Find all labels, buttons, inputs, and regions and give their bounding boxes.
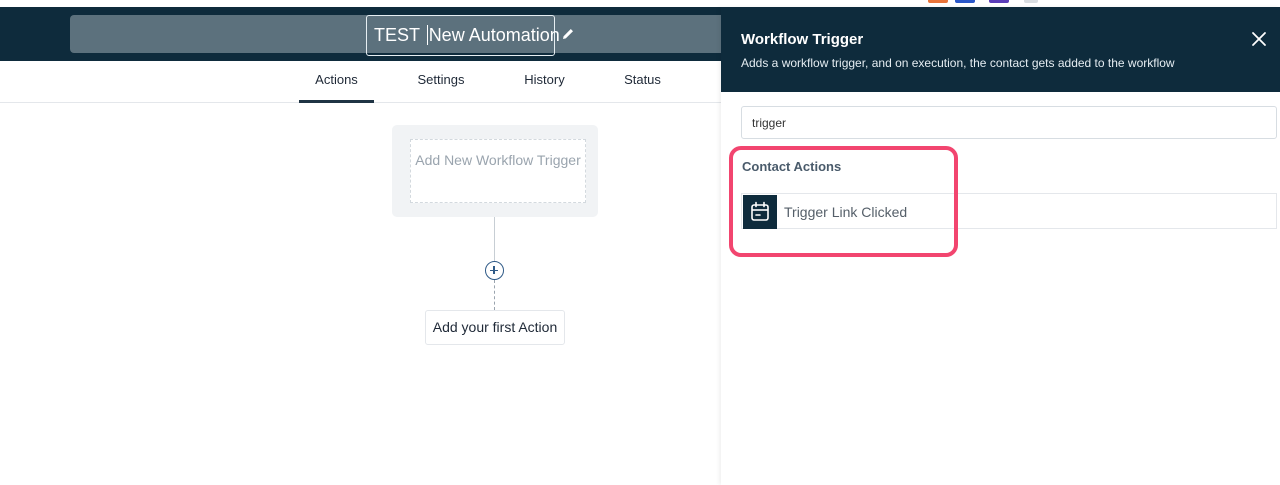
browser-extension-icon[interactable] xyxy=(989,0,1009,3)
trigger-search-input[interactable] xyxy=(741,106,1277,139)
editor-tabs: Actions Settings History Status xyxy=(0,61,721,103)
tab-actions[interactable]: Actions xyxy=(299,61,374,103)
tab-status[interactable]: Status xyxy=(605,61,680,103)
workflow-title-input[interactable]: TEST New Automation xyxy=(366,15,560,56)
workflow-trigger-drawer: Workflow Trigger Adds a workflow trigger… xyxy=(721,7,1280,485)
workflow-title-bar: TEST New Automation xyxy=(70,15,721,56)
browser-extension-icon[interactable] xyxy=(955,0,975,3)
pencil-icon[interactable] xyxy=(560,26,576,42)
workflow-canvas: Add New Workflow Trigger Add your first … xyxy=(0,104,721,485)
trigger-option-link-clicked[interactable]: Trigger Link Clicked xyxy=(741,193,1277,229)
browser-extension-icon[interactable] xyxy=(928,0,948,3)
add-trigger-button[interactable]: Add New Workflow Trigger xyxy=(410,139,586,203)
action-icon-box xyxy=(743,195,777,229)
calendar-icon xyxy=(751,201,769,221)
add-step-button[interactable] xyxy=(485,261,504,280)
workflow-title-rest: New Automation xyxy=(428,25,560,45)
browser-extension-icon[interactable] xyxy=(1024,0,1038,3)
tab-settings[interactable]: Settings xyxy=(404,61,478,103)
trigger-card: Add New Workflow Trigger xyxy=(392,125,598,217)
browser-chrome-strip xyxy=(0,0,1280,7)
drawer-subtitle: Adds a workflow trigger, and on executio… xyxy=(741,56,1175,70)
add-first-action-button[interactable]: Add your first Action xyxy=(425,310,565,345)
close-icon[interactable] xyxy=(1251,31,1267,47)
editor-header: TEST New Automation xyxy=(0,7,721,61)
connector-line xyxy=(494,217,495,261)
connector-line xyxy=(494,280,495,310)
workflow-title-prefix: TEST xyxy=(374,25,425,45)
drawer-header: Workflow Trigger Adds a workflow trigger… xyxy=(721,7,1280,92)
text-caret xyxy=(426,25,428,45)
trigger-option-label: Trigger Link Clicked xyxy=(784,204,908,220)
tab-history[interactable]: History xyxy=(507,61,582,103)
section-title-contact-actions: Contact Actions xyxy=(742,159,842,174)
drawer-title: Workflow Trigger xyxy=(741,31,864,48)
workflow-editor: TEST New Automation Actions Settings His… xyxy=(0,7,721,485)
